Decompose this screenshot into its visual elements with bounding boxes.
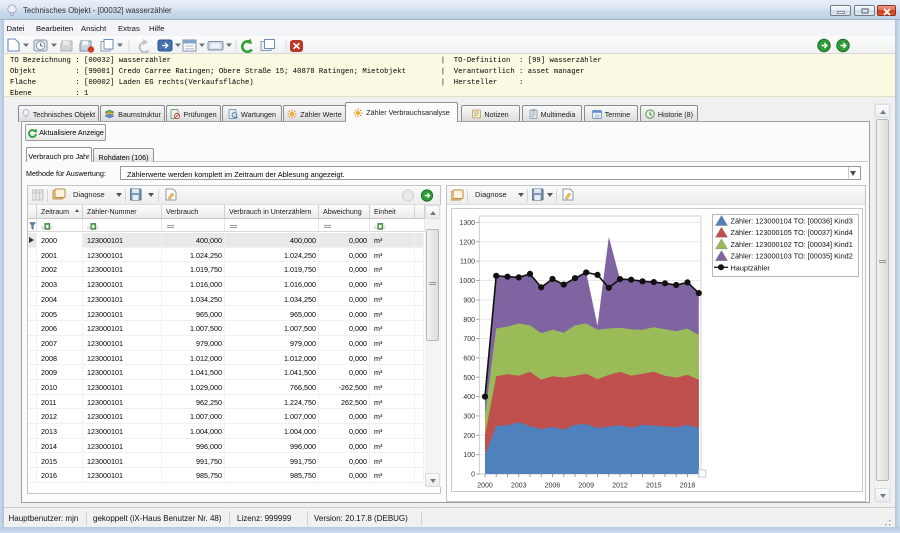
svg-text:1100: 1100 <box>460 259 475 266</box>
svg-text:Zähler: 123000104 TO: [00036]: Zähler: 123000104 TO: [00036] Kind3 <box>731 217 853 226</box>
svg-text:900: 900 <box>463 298 475 305</box>
svg-text:2018: 2018 <box>680 483 696 490</box>
svg-text:2000: 2000 <box>477 483 493 490</box>
svg-text:a: a <box>87 225 90 230</box>
svg-text:500: 500 <box>463 375 475 382</box>
svg-text:600: 600 <box>463 356 475 363</box>
svg-text:Zähler: 123000105 TO: [00037]: Zähler: 123000105 TO: [00037] Kind4 <box>731 228 853 237</box>
svg-text:2006: 2006 <box>545 483 561 490</box>
svg-text:300: 300 <box>463 414 475 421</box>
svg-text:a: a <box>374 225 377 230</box>
svg-text:100: 100 <box>463 452 475 459</box>
svg-text:2009: 2009 <box>578 483 594 490</box>
svg-text:c: c <box>384 225 387 230</box>
svg-text:Zähler: 123000103 TO: [00035]: Zähler: 123000103 TO: [00035] Kind2 <box>731 252 853 261</box>
svg-text:1200: 1200 <box>459 239 475 246</box>
svg-text:1000: 1000 <box>459 278 475 285</box>
svg-text:c: c <box>51 225 54 230</box>
svg-text:400: 400 <box>463 394 475 401</box>
svg-text:2003: 2003 <box>511 483 527 490</box>
svg-text:Hauptzähler: Hauptzähler <box>731 263 771 272</box>
svg-text:800: 800 <box>463 317 475 324</box>
svg-text:2012: 2012 <box>612 483 628 490</box>
svg-text:a: a <box>41 225 44 230</box>
svg-text:0: 0 <box>471 472 475 479</box>
svg-text:2015: 2015 <box>646 483 662 490</box>
svg-text:700: 700 <box>463 336 475 343</box>
svg-text:1300: 1300 <box>459 220 475 227</box>
svg-text:200: 200 <box>463 433 475 440</box>
svg-text:Zähler: 123000102 TO: [00034]: Zähler: 123000102 TO: [00034] Kind1 <box>731 240 853 249</box>
svg-text:c: c <box>97 225 100 230</box>
